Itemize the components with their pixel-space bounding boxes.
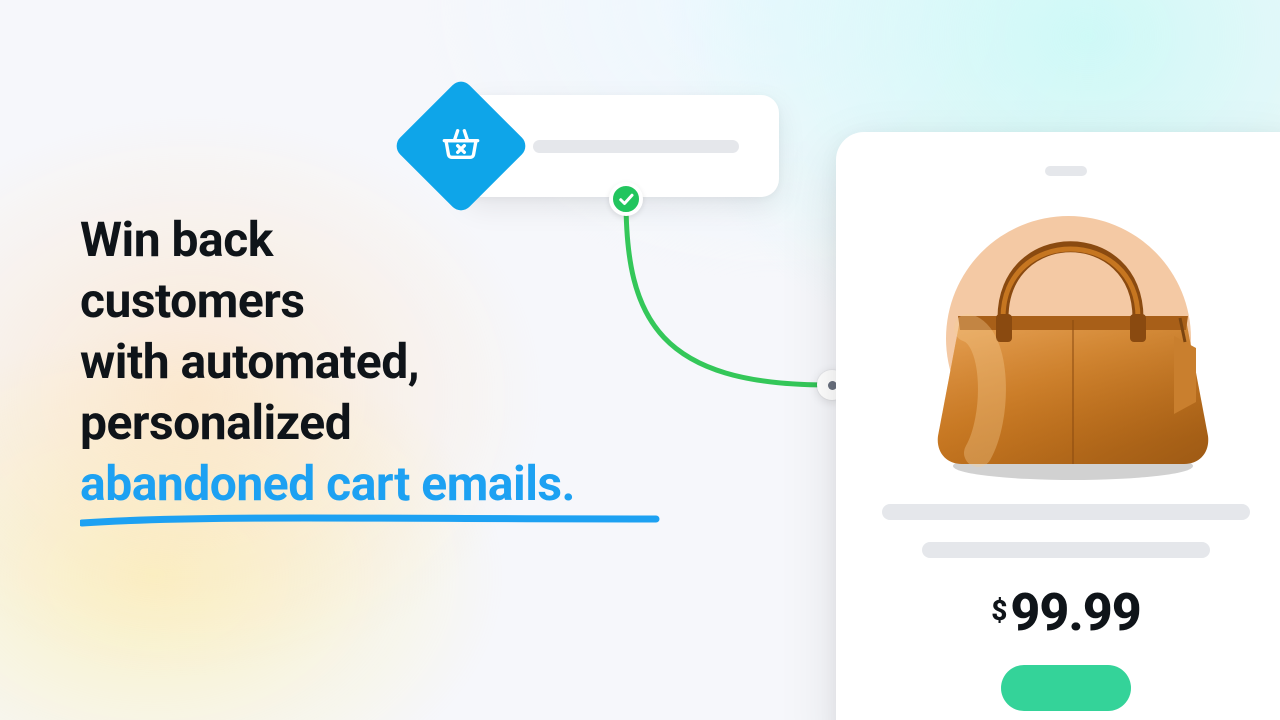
headline-line-4: personalized [80, 394, 351, 451]
hero-headline: Win back customers with automated, perso… [80, 210, 575, 515]
card-handle [1045, 166, 1087, 176]
placeholder-line-1 [882, 504, 1250, 520]
headline-line-1: Win back [80, 211, 273, 268]
cta-button[interactable] [1001, 665, 1131, 711]
check-icon [609, 182, 643, 216]
currency-symbol: $ [991, 594, 1006, 627]
placeholder-bar [533, 140, 739, 153]
handbag-illustration [908, 188, 1228, 488]
price-value: 99.99 [1010, 582, 1140, 643]
basket-x-icon [441, 124, 481, 168]
product-price: $99.99 [991, 582, 1141, 643]
underline-decoration [80, 513, 660, 529]
product-image [896, 194, 1236, 482]
headline-line-3: with automated, [80, 333, 419, 390]
headline-line-2: customers [80, 272, 305, 329]
placeholder-line-2 [922, 542, 1209, 558]
product-email-preview: $99.99 [836, 132, 1280, 720]
headline-highlight: abandoned cart emails. [80, 454, 575, 515]
